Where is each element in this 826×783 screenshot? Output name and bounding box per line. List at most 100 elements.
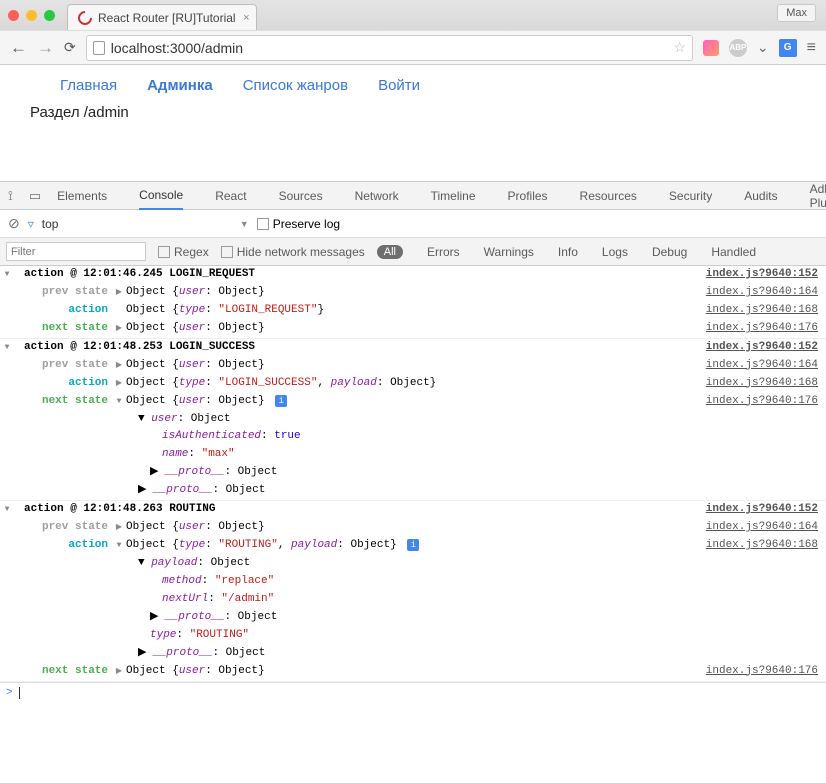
tab-bar: React Router [RU]Tutorial × Max [0, 0, 826, 30]
devtools-tab[interactable]: Console [139, 182, 183, 210]
console-prompt[interactable]: > [0, 682, 826, 704]
filter-input[interactable] [6, 242, 146, 261]
preserve-log-checkbox[interactable]: Preserve log [257, 217, 340, 231]
devtools-tabs: ⟟ ▭ Elements Console React Sources Network Ti… [0, 182, 826, 210]
pocket-icon[interactable]: ⌄ [757, 39, 769, 56]
devtools-tab[interactable]: Security [669, 183, 712, 209]
log-line[interactable]: ▼ payload: Object [0, 555, 826, 573]
log-line[interactable]: actionObject {type: "LOGIN_REQUEST"}inde… [0, 302, 826, 320]
filter-icon[interactable]: ▿ [28, 217, 34, 231]
devtools-panel: ⟟ ▭ Elements Console React Sources Network Ti… [0, 181, 826, 704]
source-link[interactable]: index.js?9640:168 [706, 376, 818, 392]
context-selector[interactable]: top [42, 217, 152, 231]
back-icon[interactable]: ← [10, 38, 27, 58]
page-body: Раздел /admin [30, 104, 796, 181]
log-level-filter[interactable]: Logs [602, 245, 628, 259]
log-line[interactable]: ▼ user: Object [0, 411, 826, 429]
log-line[interactable]: ▶ __proto__: Object [0, 464, 826, 482]
profile-badge[interactable]: Max [777, 4, 816, 22]
devtools-tab[interactable]: React [215, 183, 246, 209]
log-line[interactable]: method: "replace" [0, 573, 826, 591]
regex-checkbox[interactable]: Regex [158, 245, 209, 259]
log-level-filter[interactable]: Warnings [484, 245, 534, 259]
log-line[interactable]: ▶ __proto__: Object [0, 609, 826, 627]
log-level-filter[interactable]: Info [558, 245, 578, 259]
log-line[interactable]: isAuthenticated: true [0, 428, 826, 446]
inspect-icon[interactable]: ⟟ [8, 188, 13, 204]
nav-link[interactable]: Войти [378, 77, 420, 94]
minimize-window-icon[interactable] [26, 10, 37, 21]
nav-link[interactable]: Админка [147, 77, 213, 94]
source-link[interactable]: index.js?9640:152 [706, 502, 818, 518]
source-link[interactable]: index.js?9640:176 [706, 664, 818, 680]
toolbar: ← → ⟳ localhost:3000/admin ☆ ABP ⌄ G ≡ [0, 30, 826, 64]
extension-icons: ABP ⌄ G ≡ [703, 39, 816, 57]
forward-icon: → [37, 38, 54, 58]
log-group-header[interactable]: action @ 12:01:48.263 ROUTINGindex.js?96… [0, 501, 826, 519]
clear-console-icon[interactable]: ⊘ [8, 215, 20, 232]
close-window-icon[interactable] [8, 10, 19, 21]
source-link[interactable]: index.js?9640:164 [706, 520, 818, 536]
log-line[interactable]: prev stateObject {user: Object}index.js?… [0, 357, 826, 375]
log-line[interactable]: next stateObject {user: Object}index.js?… [0, 663, 826, 681]
source-link[interactable]: index.js?9640:164 [706, 285, 818, 301]
source-link[interactable]: index.js?9640:176 [706, 321, 818, 337]
address-bar[interactable]: localhost:3000/admin ☆ [86, 35, 693, 61]
log-line[interactable]: name: "max" [0, 446, 826, 464]
browser-tab[interactable]: React Router [RU]Tutorial × [67, 4, 257, 30]
devtools-tab[interactable]: Resources [580, 183, 637, 209]
log-line[interactable]: next stateObject {user: Object}index.js?… [0, 320, 826, 338]
source-link[interactable]: index.js?9640:176 [706, 394, 818, 410]
console-context-bar: ⊘ ▿ top ▼ Preserve log [0, 210, 826, 238]
nav-link[interactable]: Список жанров [243, 77, 348, 94]
source-link[interactable]: index.js?9640:168 [706, 538, 818, 554]
source-link[interactable]: index.js?9640:152 [706, 267, 818, 283]
log-group-header[interactable]: action @ 12:01:46.245 LOGIN_REQUESTindex… [0, 266, 826, 284]
maximize-window-icon[interactable] [44, 10, 55, 21]
devtools-tab[interactable]: Profiles [508, 183, 548, 209]
log-line[interactable]: nextUrl: "/admin" [0, 591, 826, 609]
device-mode-icon[interactable]: ▭ [29, 188, 41, 204]
site-info-icon[interactable] [93, 41, 105, 55]
log-line[interactable]: prev stateObject {user: Object}index.js?… [0, 519, 826, 537]
hide-network-checkbox[interactable]: Hide network messages [221, 245, 365, 259]
nav-link[interactable]: Главная [60, 77, 117, 94]
source-link[interactable]: index.js?9640:168 [706, 303, 818, 319]
log-level-filter[interactable]: All [377, 245, 403, 259]
devtools-tab[interactable]: Sources [279, 183, 323, 209]
log-group-header[interactable]: action @ 12:01:48.253 LOGIN_SUCCESSindex… [0, 339, 826, 357]
devtools-tab[interactable]: Adblock Plus [810, 176, 826, 216]
log-level-filter[interactable]: Errors [427, 245, 460, 259]
devtools-tab[interactable]: Timeline [431, 183, 476, 209]
log-level-filter[interactable]: Debug [652, 245, 687, 259]
favicon-icon [75, 8, 95, 28]
translate-icon[interactable]: G [779, 39, 797, 57]
log-line[interactable]: ▶ __proto__: Object [0, 645, 826, 663]
bookmark-icon[interactable]: ☆ [673, 39, 686, 56]
log-line[interactable]: actionObject {type: "LOGIN_SUCCESS", pay… [0, 375, 826, 393]
log-line[interactable]: ▶ __proto__: Object [0, 482, 826, 500]
source-link[interactable]: index.js?9640:164 [706, 358, 818, 374]
console-output: action @ 12:01:46.245 LOGIN_REQUESTindex… [0, 266, 826, 682]
devtools-tab[interactable]: Audits [744, 183, 777, 209]
nav-arrows: ← → [10, 38, 54, 58]
log-line[interactable]: actionObject {type: "ROUTING", payload: … [0, 537, 826, 555]
log-line[interactable]: type: "ROUTING" [0, 627, 826, 645]
devtools-tab[interactable]: Elements [57, 183, 107, 209]
extension-icon[interactable] [703, 40, 719, 56]
log-line[interactable]: prev stateObject {user: Object}index.js?… [0, 284, 826, 302]
dropdown-icon[interactable]: ▼ [240, 219, 249, 229]
close-tab-icon[interactable]: × [243, 12, 249, 24]
menu-icon[interactable]: ≡ [807, 39, 816, 57]
abp-icon[interactable]: ABP [729, 39, 747, 57]
devtools-tab[interactable]: Network [355, 183, 399, 209]
log-level-filter[interactable]: Handled [711, 245, 756, 259]
tab-title: React Router [RU]Tutorial [98, 11, 236, 25]
reload-icon[interactable]: ⟳ [64, 39, 76, 56]
log-line[interactable]: next stateObject {user: Object} iindex.j… [0, 393, 826, 411]
console-filter-bar: Regex Hide network messages All Errors War… [0, 238, 826, 266]
source-link[interactable]: index.js?9640:152 [706, 340, 818, 356]
browser-chrome: React Router [RU]Tutorial × Max ← → ⟳ lo… [0, 0, 826, 65]
url-host: localhost [111, 40, 166, 56]
window-controls[interactable] [8, 10, 55, 21]
